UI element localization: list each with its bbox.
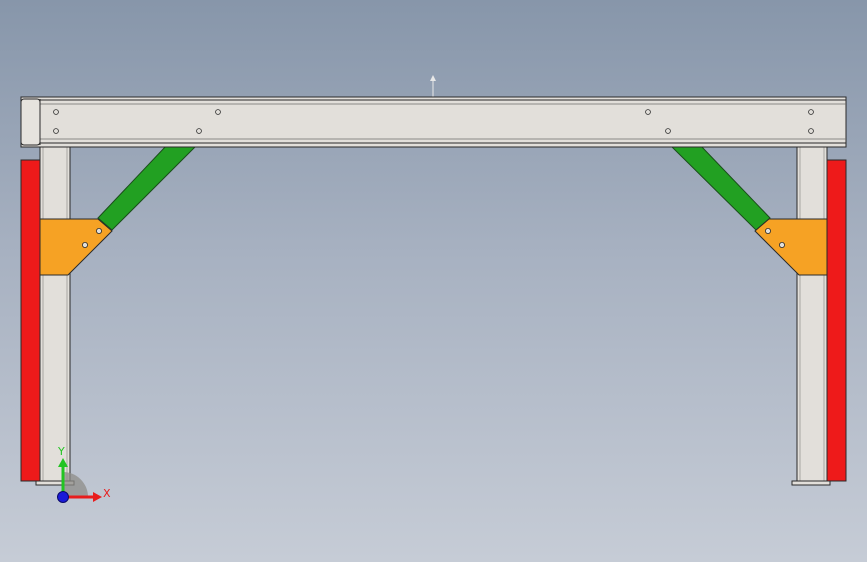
right-pad[interactable] — [826, 159, 847, 482]
up-arrow-marker — [430, 75, 436, 97]
triad-y-label: Y — [57, 445, 65, 458]
left-gusset-plate[interactable] — [39, 218, 113, 276]
left-diagonal-brace[interactable] — [97, 145, 198, 231]
frame-model[interactable]: Y X — [0, 0, 867, 562]
left-pad[interactable] — [20, 159, 41, 482]
graphics-viewport[interactable]: Y X — [0, 0, 867, 562]
right-diagonal-brace[interactable] — [669, 145, 771, 231]
right-gusset-plate[interactable] — [754, 218, 828, 276]
top-beam[interactable] — [20, 96, 847, 148]
right-leg[interactable] — [791, 145, 831, 486]
triad-x-label: X — [103, 487, 111, 500]
left-leg[interactable] — [35, 145, 75, 486]
